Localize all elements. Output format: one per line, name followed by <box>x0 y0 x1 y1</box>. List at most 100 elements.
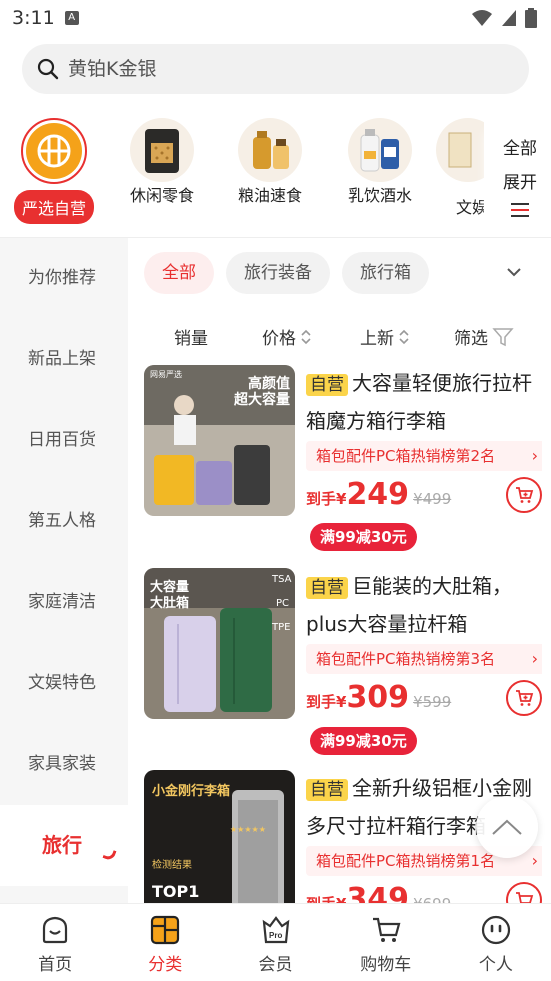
sidebar-item-new[interactable]: 新品上架 <box>0 319 128 400</box>
product-image-caption: 检测结果 <box>152 860 192 871</box>
product-image-label: TPE <box>272 622 291 633</box>
search-box[interactable] <box>22 44 529 94</box>
product-info: 自营 大容量轻便旅行拉杆箱魔方箱行李箱 箱包配件PC箱热销榜第2名 › 到手¥ 24… <box>306 365 542 517</box>
category-label: 严选自营 <box>13 190 94 224</box>
tab-travel-gear[interactable]: 旅行装备 <box>226 252 330 294</box>
product-image[interactable]: ★★★★★ 小金刚行李箱 检测结果 TOP1 <box>144 770 295 903</box>
self-operated-tag: 自营 <box>306 577 348 599</box>
sort-bar: 销量 价格 上新 筛选 <box>128 318 551 352</box>
product-image[interactable]: 大容量 大肚箱 TSA PC TPE <box>144 568 295 719</box>
nav-cart[interactable]: 购物车 <box>331 904 441 981</box>
tab-suitcase[interactable]: 旅行箱 <box>342 252 429 294</box>
product-image-caption: TOP1 <box>152 882 200 901</box>
shopping-cart-icon <box>372 917 401 942</box>
status-bar: 3:11 A <box>0 0 551 36</box>
sort-filter[interactable]: 筛选 <box>454 324 514 349</box>
nav-category[interactable]: 分类 <box>110 904 220 981</box>
product-title: 自营 大容量轻便旅行拉杆箱魔方箱行李箱 <box>306 365 542 439</box>
bottom-nav: 首页 分类 Pro 会员 购物车 个人 <box>0 903 551 981</box>
battery-icon <box>525 8 537 28</box>
svg-text:Pro: Pro <box>269 931 282 940</box>
ranking-text: 箱包配件PC箱热销榜第1名 <box>316 852 496 870</box>
snack-bag-icon <box>130 118 194 182</box>
category-grid-icon <box>151 915 180 945</box>
sidebar-item-cleaning[interactable]: 家庭清洁 <box>0 562 128 643</box>
product-title: 自营 巨能装的大肚箱，plus大容量拉杆箱 <box>306 568 542 642</box>
sort-price[interactable]: 价格 <box>262 324 312 349</box>
home-icon <box>42 916 68 944</box>
category-yanxuan-icon <box>21 118 87 184</box>
sort-sales[interactable]: 销量 <box>174 324 208 349</box>
sort-arrows-icon <box>399 329 409 344</box>
product-card[interactable]: 大容量 大肚箱 TSA PC TPE 自营 巨能装的大肚箱，plus大容量拉杆箱 … <box>144 568 544 768</box>
chevron-down-icon[interactable] <box>504 262 524 282</box>
category-item-drinks[interactable]: 乳饮酒水 <box>332 118 428 206</box>
sidebar-item-recommend[interactable]: 为你推荐 <box>0 238 128 319</box>
ranking-chip[interactable]: 箱包配件PC箱热销榜第2名 › <box>306 441 542 471</box>
original-price: ¥499 <box>413 490 452 508</box>
product-image-label: PC <box>276 598 290 609</box>
nav-label: 个人 <box>478 955 513 975</box>
category-item-yanxuan[interactable]: 严选自营 <box>6 118 102 224</box>
sidebar-item-identity-v[interactable]: 第五人格 <box>0 481 128 562</box>
add-to-cart-button[interactable] <box>506 477 542 513</box>
sidebar-item-daily[interactable]: 日用百货 <box>0 400 128 481</box>
nav-label: 分类 <box>148 955 183 975</box>
product-image-caption: 大肚箱 <box>150 596 190 611</box>
sidebar-item-furniture[interactable]: 家具家装 <box>0 724 128 805</box>
price-prefix: 到手¥ <box>306 893 346 903</box>
profile-face-icon <box>481 915 511 945</box>
sort-filter-label: 筛选 <box>454 329 488 349</box>
product-image-caption: 小金刚行李箱 <box>152 784 231 799</box>
signal-icon <box>502 10 516 26</box>
nav-label: 首页 <box>38 955 73 975</box>
product-card[interactable]: 网易严选 高颜值 超大容量 自营 大容量轻便旅行拉杆箱魔方箱行李箱 箱包配件PC箱… <box>144 365 544 565</box>
nav-home[interactable]: 首页 <box>0 904 110 981</box>
nav-label: 会员 <box>258 955 293 975</box>
back-to-top-button[interactable] <box>476 796 538 858</box>
category-strip: 严选自营 休闲零食 粮油速食 乳饮酒水 文娱 全部 展开 <box>0 102 551 238</box>
price-row: 到手¥ 309 ¥599 <box>306 680 542 720</box>
search-icon <box>37 58 59 80</box>
category-item-snacks[interactable]: 休闲零食 <box>114 118 210 206</box>
category-item-culture[interactable]: 文娱 <box>424 118 484 218</box>
sort-new[interactable]: 上新 <box>360 324 410 349</box>
sort-sales-label: 销量 <box>174 329 208 349</box>
price-value: 309 <box>346 680 410 715</box>
cart-icon <box>516 892 534 903</box>
price-value: 349 <box>346 882 410 903</box>
oil-bottle-icon <box>238 118 302 182</box>
price-prefix: 到手¥ <box>306 490 347 508</box>
expand-all-label-2: 展开 <box>503 173 537 193</box>
sidebar-item-travel[interactable]: 旅行 <box>0 805 128 886</box>
member-crown-icon: Pro <box>262 916 289 944</box>
price-row: 到手¥ 349 ¥699 <box>306 882 542 903</box>
nav-member[interactable]: Pro 会员 <box>220 904 330 981</box>
category-item-grain-oil[interactable]: 粮油速食 <box>222 118 318 206</box>
chevron-right-icon: › <box>531 446 538 465</box>
add-to-cart-button[interactable] <box>506 882 542 903</box>
category-label: 乳饮酒水 <box>347 186 412 205</box>
product-image-caption: 超大容量 <box>234 392 290 408</box>
filter-tabs: 全部 旅行装备 旅行箱 <box>144 252 429 294</box>
product-image[interactable]: 网易严选 高颜值 超大容量 <box>144 365 295 516</box>
promo-badge: 满99减30元 <box>310 523 417 551</box>
stationery-icon <box>436 118 484 182</box>
cart-icon <box>516 487 534 503</box>
notification-a-icon: A <box>64 11 79 25</box>
category-label: 粮油速食 <box>237 186 302 205</box>
ranking-chip[interactable]: 箱包配件PC箱热销榜第3名 › <box>306 644 542 674</box>
menu-lines-icon <box>511 203 529 217</box>
add-to-cart-button[interactable] <box>506 680 542 716</box>
expand-all-button[interactable]: 全部 展开 <box>494 132 546 220</box>
self-operated-tag: 自营 <box>306 374 348 396</box>
category-label: 文娱 <box>456 198 484 217</box>
search-bar <box>0 36 551 102</box>
product-info: 自营 巨能装的大肚箱，plus大容量拉杆箱 箱包配件PC箱热销榜第3名 › 到手¥ … <box>306 568 542 720</box>
sidebar-item-culture[interactable]: 文娱特色 <box>0 643 128 724</box>
search-input[interactable] <box>68 58 488 80</box>
chevron-right-icon: › <box>531 649 538 668</box>
nav-profile[interactable]: 个人 <box>441 904 551 981</box>
tab-all[interactable]: 全部 <box>144 252 214 294</box>
chevron-right-icon: › <box>531 851 538 870</box>
